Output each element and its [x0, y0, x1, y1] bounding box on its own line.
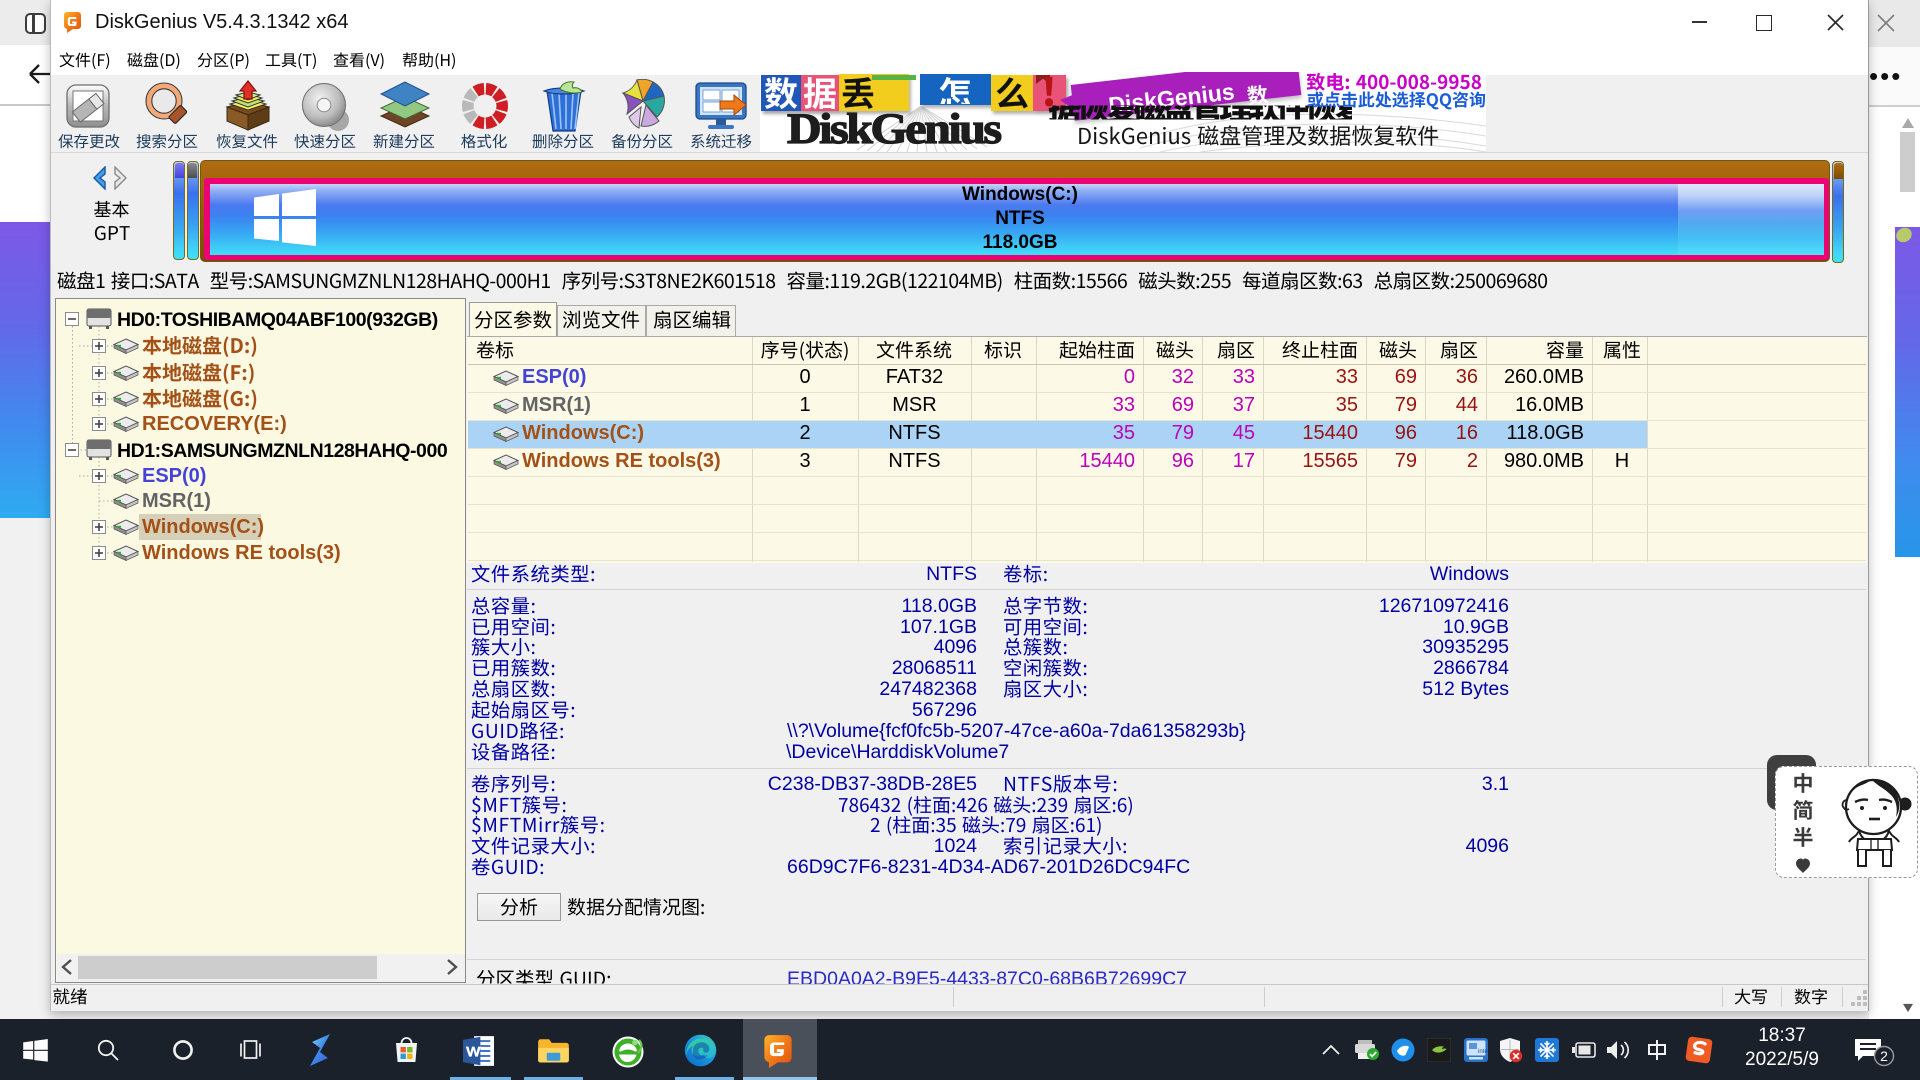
svg-text:intel: intel	[1478, 1049, 1488, 1055]
svg-text:2: 2	[1880, 1048, 1888, 1064]
